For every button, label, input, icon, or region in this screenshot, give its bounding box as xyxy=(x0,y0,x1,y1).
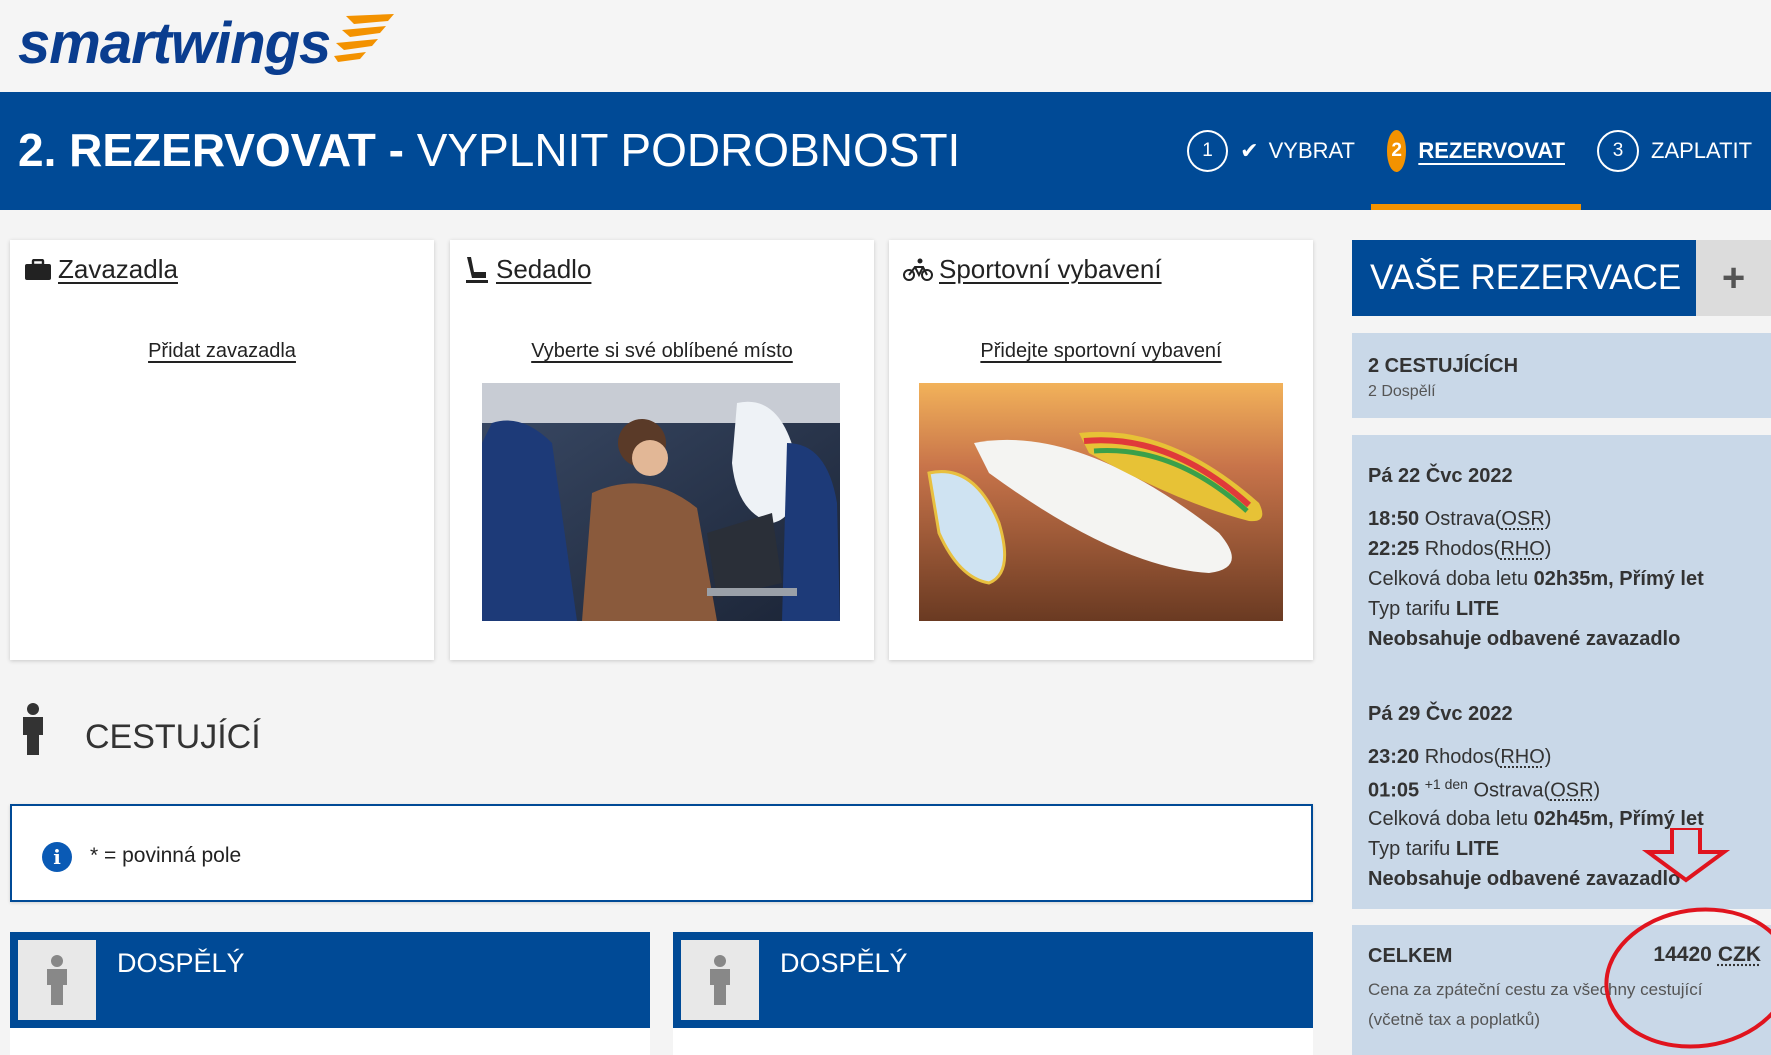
sport-card: Sportovní vybavení Přidejte sportovní vy… xyxy=(889,240,1313,660)
suitcase-icon xyxy=(24,258,52,281)
inbound-duration: Celková doba letu 02h45m, Přímý let xyxy=(1368,808,1704,830)
logo-wings-icon xyxy=(334,14,395,62)
passenger-card[interactable]: DOSPĚLÝ xyxy=(10,932,650,1055)
step-label: REZERVOVAT xyxy=(1418,138,1565,163)
total-note: Cena za zpáteční cestu za všechny cestuj… xyxy=(1368,980,1703,1029)
choose-seat-link[interactable]: Vyberte si své oblíbené místo xyxy=(450,340,874,363)
passenger-summary: 2 CESTUJÍCÍCH 2 Dospělí xyxy=(1352,333,1771,418)
outbound-fare: Typ tarifu LITE xyxy=(1368,598,1500,620)
total-amount: 14420 CZK xyxy=(1653,943,1761,966)
step-label: ZAPLATIT xyxy=(1651,138,1753,163)
passenger-type-label: DOSPĚLÝ xyxy=(780,948,908,978)
surfboards-photo[interactable] xyxy=(919,383,1283,621)
checkmark-icon: ✔ xyxy=(1240,138,1259,163)
info-icon: i xyxy=(42,842,72,872)
required-fields-notice: i * = povinná pole xyxy=(10,804,1313,902)
expand-reservation-button[interactable]: + xyxy=(1696,240,1771,316)
inbound-baggage: Neobsahuje odbavené zavazadlo xyxy=(1368,868,1681,890)
total-price-block: CELKEM 14420 CZK Cena za zpáteční cestu z… xyxy=(1352,925,1771,1055)
passenger-type-label: DOSPĚLÝ xyxy=(117,948,245,978)
step-number: 2 xyxy=(1387,130,1407,172)
logo-bar: smartwings xyxy=(0,0,1771,92)
outbound-baggage: Neobsahuje odbavené zavazadlo xyxy=(1368,628,1681,650)
seat-card-title[interactable]: Sedadlo xyxy=(464,254,591,285)
traveller-icon xyxy=(18,703,48,755)
reservation-title: VAŠE REZERVACE xyxy=(1370,258,1682,297)
add-baggage-link[interactable]: Přidat zavazadla xyxy=(10,340,434,363)
outbound-arrival: 22:25 Rhodos(RHO) xyxy=(1368,538,1552,560)
inbound-date: Pá 29 Čvc 2022 xyxy=(1368,703,1513,725)
passenger-avatar-icon xyxy=(18,940,96,1020)
step-rezervovat[interactable]: 2 REZERVOVAT xyxy=(1371,92,1581,210)
booking-steps: 1 ✔ VYBRAT 2 REZERVOVAT 3 ZAPLATIT xyxy=(1171,92,1771,210)
reservation-header[interactable]: VAŠE REZERVACE xyxy=(1352,240,1696,316)
seat-photo[interactable] xyxy=(482,383,840,621)
outbound-duration: Celková doba letu 02h35m, Přímý let xyxy=(1368,568,1704,590)
logo-text: smartwings xyxy=(18,11,331,76)
baggage-card-title[interactable]: Zavazadla xyxy=(24,254,178,285)
step-label: VYBRAT xyxy=(1268,138,1355,163)
step-zaplatit[interactable]: 3 ZAPLATIT xyxy=(1581,92,1771,210)
currency: CZK xyxy=(1717,943,1761,966)
add-sport-equipment-link[interactable]: Přidejte sportovní vybavení xyxy=(889,340,1313,363)
travellers-heading: CESTUJÍCÍ xyxy=(85,718,261,756)
step-number: 3 xyxy=(1597,130,1639,172)
outbound-departure: 18:50 Ostrava(OSR) xyxy=(1368,508,1552,530)
baggage-card: Zavazadla Přidat zavazadla xyxy=(10,240,434,660)
passenger-detail: 2 Dospělí xyxy=(1368,383,1436,400)
passenger-card[interactable]: DOSPĚLÝ xyxy=(673,932,1313,1055)
seat-card: Sedadlo Vyberte si své oblíbené místo xyxy=(450,240,874,660)
sport-card-title[interactable]: Sportovní vybavení xyxy=(903,254,1162,285)
passenger-avatar-icon xyxy=(681,940,759,1020)
flight-summary: Pá 22 Čvc 2022 18:50 Ostrava(OSR) 22:25 … xyxy=(1352,435,1771,909)
booking-header: 2. REZERVOVAT - VYPLNIT PODROBNOSTI 1 ✔ … xyxy=(0,92,1771,210)
bicycle-icon xyxy=(903,258,933,282)
step-vybrat[interactable]: 1 ✔ VYBRAT xyxy=(1171,92,1371,210)
total-label: CELKEM xyxy=(1368,945,1453,967)
step-number: 1 xyxy=(1187,130,1229,172)
page-title: 2. REZERVOVAT - VYPLNIT PODROBNOSTI xyxy=(18,124,961,176)
inbound-arrival: 01:05 +1 den Ostrava(OSR) xyxy=(1368,776,1601,802)
required-fields-text: * = povinná pole xyxy=(90,844,242,867)
seat-icon xyxy=(464,256,490,284)
inbound-departure: 23:20 Rhodos(RHO) xyxy=(1368,746,1552,768)
passenger-count: 2 CESTUJÍCÍCH xyxy=(1368,355,1519,377)
smartwings-logo[interactable]: smartwings xyxy=(18,12,396,76)
outbound-date: Pá 22 Čvc 2022 xyxy=(1368,465,1513,487)
inbound-fare: Typ tarifu LITE xyxy=(1368,838,1500,860)
